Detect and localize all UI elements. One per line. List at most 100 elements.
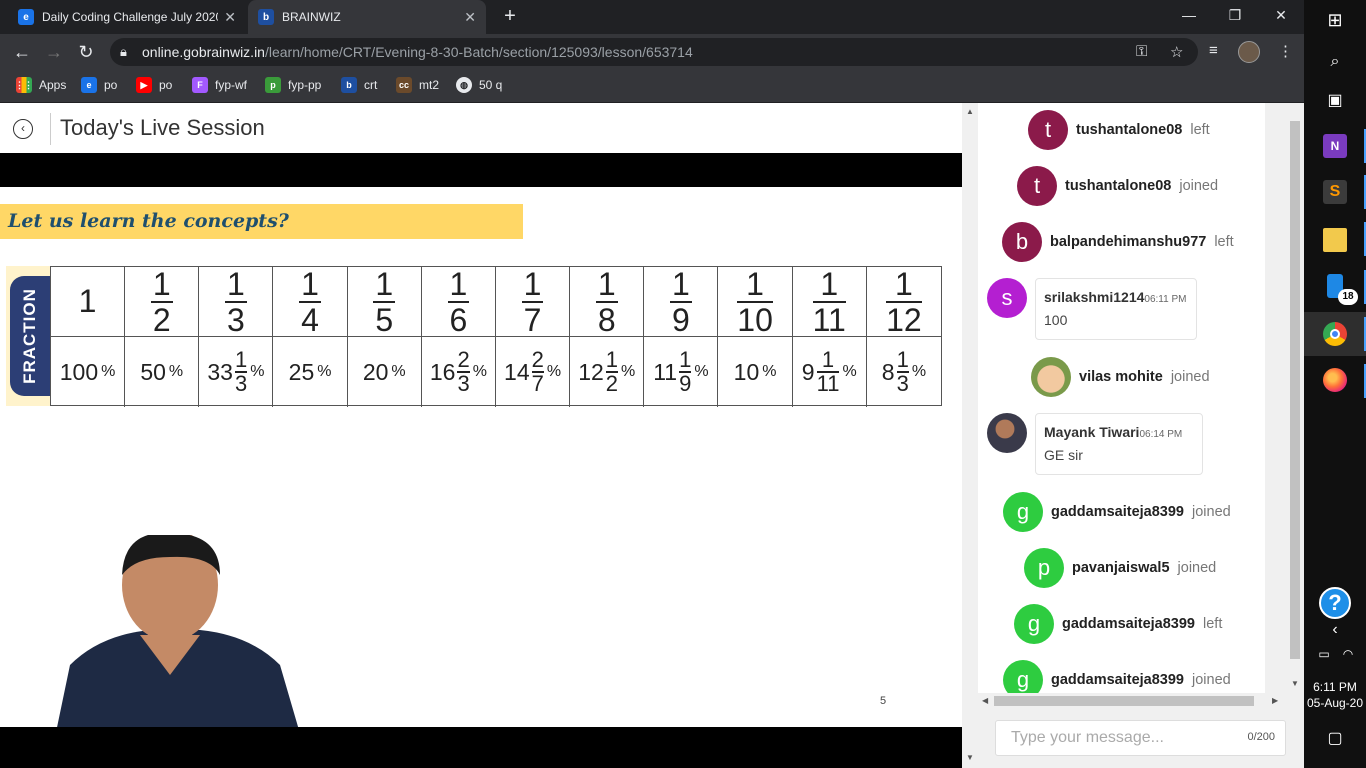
fraction-cell: 14 (273, 267, 348, 337)
clock-time: 6:11 PM (1313, 680, 1357, 694)
chat-username: gaddamsaiteja8399 (1051, 504, 1184, 520)
bookmark-fyp-pp[interactable]: p fyp-pp (265, 77, 321, 93)
star-icon[interactable]: ☆ (1170, 43, 1183, 61)
scroll-left-arrow-icon[interactable]: ◀ (982, 696, 988, 705)
fraction-value: 19 (670, 265, 692, 338)
fraction-value: 12 (150, 265, 173, 338)
scroll-down-arrow-icon[interactable]: ▼ (966, 753, 974, 762)
user-avatar-photo (987, 413, 1027, 453)
window-close-icon[interactable]: ✕ (1258, 0, 1304, 30)
back-arrow-icon[interactable]: ← (11, 41, 33, 63)
chrome-icon[interactable] (1323, 322, 1347, 346)
fraction-value: 15 (373, 265, 396, 338)
chat-message-text: GE sir (1044, 447, 1083, 463)
chat-event: g gaddamsaiteja8399 joined (1003, 660, 1231, 693)
tab-daily-coding[interactable]: e Daily Coding Challenge July 2020 ✕ (8, 0, 246, 34)
chat-message-input[interactable] (996, 721, 1236, 755)
onenote-icon[interactable]: N (1323, 134, 1347, 158)
key-icon[interactable]: ⚿ (1136, 43, 1147, 60)
scrollbar-thumb[interactable] (1290, 121, 1300, 659)
youtube-icon: ▶ (136, 77, 152, 93)
bookmark-po-youtube[interactable]: ▶ po (136, 77, 172, 93)
help-icon[interactable]: ? (1319, 587, 1351, 619)
fraction-label: FRACTION (20, 288, 39, 384)
bookmark-fyp-wf[interactable]: F fyp-wf (192, 77, 247, 93)
chat-horizontal-scrollbar[interactable]: ◀ ▶ (978, 693, 1286, 709)
percentage-value: 14 2 7% (504, 347, 562, 396)
scroll-down-arrow-icon[interactable]: ▼ (1291, 679, 1299, 688)
search-icon[interactable]: ⌕ (1323, 50, 1347, 74)
sublime-text-icon[interactable]: S (1323, 180, 1347, 204)
close-icon[interactable]: ✕ (224, 9, 236, 26)
fraction-grid: 1 1 2 1 3 1 4 1 5 1 6 1 7 1 8 1 9 1 10 1 11 1 12 100% 50% 33 1 3% 25… (50, 265, 942, 407)
fraction-cell: 1 11 (792, 267, 867, 337)
chat-vertical-scrollbar[interactable]: ▼ (1286, 103, 1304, 693)
percentage-cell: 8 1 3% (867, 337, 941, 407)
new-tab-icon[interactable]: + (499, 5, 521, 27)
chat-username: gaddamsaiteja8399 (1051, 672, 1184, 688)
chat-message-user: srilakshmi121406:11 PM (1044, 289, 1187, 305)
wifi-icon[interactable]: ◠ (1336, 642, 1360, 666)
reload-icon[interactable]: ↻ (75, 41, 97, 63)
notification-icon[interactable]: ▢ (1323, 726, 1347, 750)
percentage-value: 8 1 3% (881, 347, 927, 396)
chat-status: joined (1179, 178, 1219, 194)
cc-icon: cc (396, 77, 412, 93)
tab-strip: e Daily Coding Challenge July 2020 ✕ b B… (0, 0, 1304, 34)
slide-page-number: 5 (880, 695, 887, 707)
fraction-value: 16 (447, 265, 470, 338)
percentage-value: 10% (733, 358, 777, 385)
bookmark-apps[interactable]: ⋮⋮ Apps (15, 77, 66, 93)
chat-username: gaddamsaiteja8399 (1062, 616, 1195, 632)
user-avatar: s (987, 278, 1027, 318)
page-content: ‹ Today's Live Session Let us learn the … (0, 103, 1304, 768)
percentage-cell: 9 1 11% (793, 337, 867, 407)
scrollbar-thumb[interactable] (994, 696, 1254, 706)
bookmark-po-edge[interactable]: e po (81, 77, 117, 93)
scroll-up-arrow-icon[interactable]: ▲ (966, 107, 974, 116)
lock-icon: 🔒︎ (120, 44, 127, 59)
task-view-icon[interactable]: ▣ (1323, 88, 1347, 112)
minimize-icon[interactable]: — (1166, 0, 1212, 30)
clock-date: 05-Aug-20 (1306, 696, 1364, 710)
fraction-value: 17 (521, 265, 544, 338)
bookmark-mt2[interactable]: cc mt2 (396, 77, 439, 93)
media-control-icon[interactable]: ≡ (1209, 42, 1218, 59)
chat-username: tushantalone08 (1076, 122, 1183, 138)
lesson-slide: Let us learn the concepts? FRACTION 1121… (0, 187, 962, 727)
chat-feed[interactable]: t tushantalone08 left t tushantalone08 j… (978, 103, 1265, 693)
chat-message-time: 06:14 PM (1139, 429, 1183, 440)
live-video-player[interactable]: Let us learn the concepts? FRACTION 1121… (0, 153, 962, 768)
url-text[interactable]: online.gobrainwiz.in/learn/home/CRT/Even… (142, 44, 693, 60)
chat-event: vilas mohite joined (1031, 357, 1210, 397)
system-clock[interactable]: 6:11 PM 05-Aug-20 (1304, 679, 1366, 711)
back-icon[interactable]: ‹ (13, 119, 33, 139)
windows-start-icon[interactable]: ⊞ (1323, 8, 1347, 32)
close-icon[interactable]: ✕ (464, 9, 476, 26)
firefox-icon[interactable] (1323, 368, 1347, 392)
scroll-right-arrow-icon[interactable]: ▶ (1272, 696, 1278, 705)
chat-status: joined (1170, 369, 1210, 385)
battery-icon[interactable]: ▭ (1312, 642, 1336, 666)
chat-username: balpandehimanshu977 (1050, 234, 1207, 250)
profile-avatar[interactable] (1238, 41, 1260, 63)
chevron-left-icon[interactable]: ‹ (1323, 618, 1347, 642)
menu-dots-icon[interactable]: ⋮ (1278, 42, 1293, 60)
fraction-cell: 12 (125, 265, 200, 338)
bookmark-50q[interactable]: ◍ 50 q (456, 77, 502, 93)
percentage-cell: 50% (125, 337, 200, 407)
page-title: Today's Live Session (60, 115, 265, 140)
file-explorer-icon[interactable] (1323, 228, 1347, 252)
forward-arrow-icon[interactable]: → (43, 41, 65, 63)
bookmark-crt[interactable]: b crt (341, 77, 377, 93)
char-counter: 0/200 (1247, 731, 1275, 743)
windows-taskbar: ⊞ ⌕ ▣ N S ‹ ▭ ◠ ▢ (1304, 0, 1366, 768)
user-avatar: g (1003, 492, 1043, 532)
address-bar[interactable]: 🔒︎ online.gobrainwiz.in/learn/home/CRT/E… (110, 38, 1198, 66)
chat-input-box[interactable]: 0/200 (995, 720, 1286, 756)
fraction-value: 1 10 (737, 265, 773, 338)
fraction-value: 13 (225, 265, 247, 338)
chat-status: joined (1192, 504, 1231, 520)
tab-brainwiz[interactable]: b BRAINWIZ ✕ (248, 0, 486, 34)
restore-icon[interactable]: ❐ (1212, 0, 1258, 30)
